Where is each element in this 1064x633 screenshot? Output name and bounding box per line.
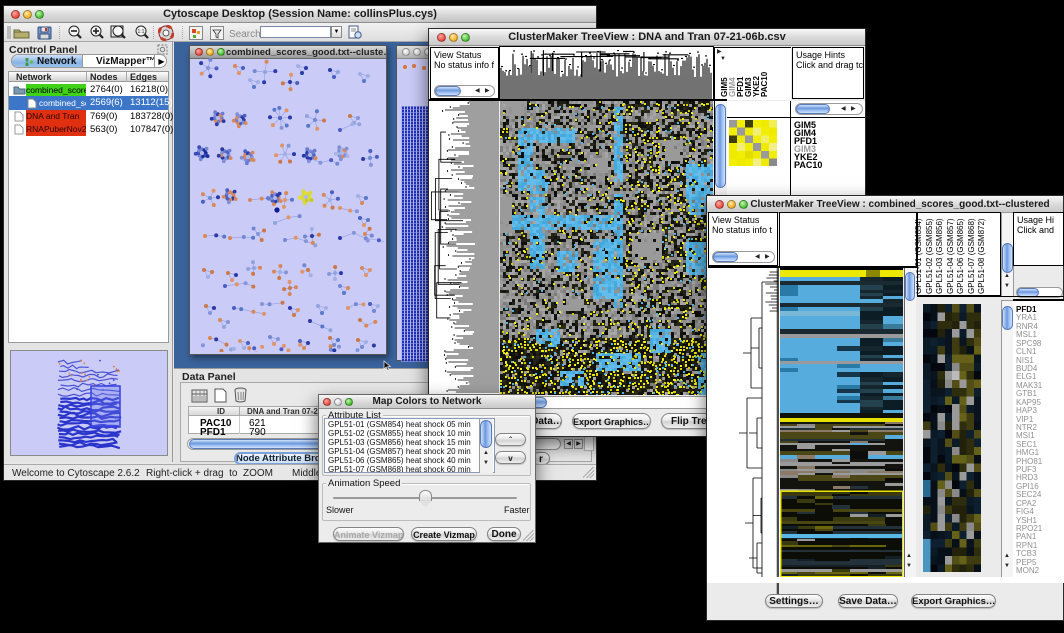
svg-text:1:1: 1:1 [138, 29, 145, 35]
